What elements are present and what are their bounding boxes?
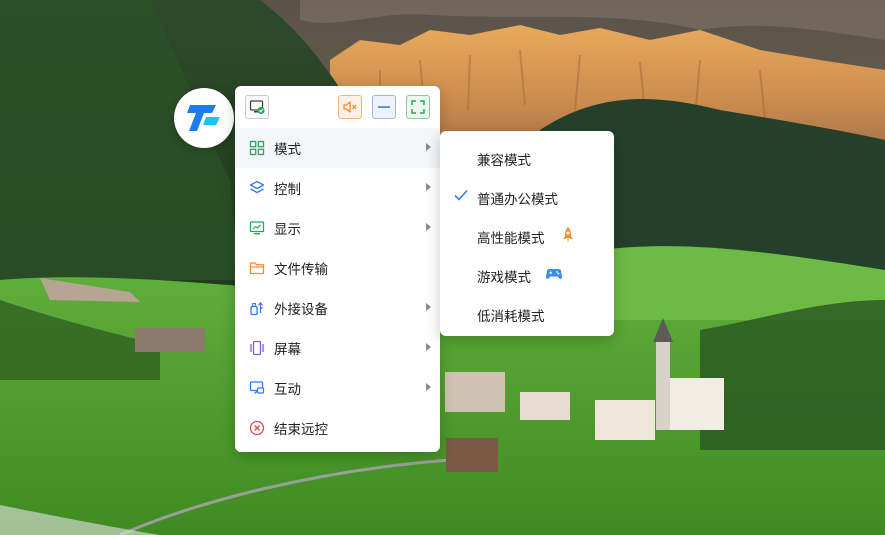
menu-toolbar: [235, 86, 440, 126]
menu-item-file-transfer[interactable]: 文件传输: [235, 248, 440, 288]
menu-item-label: 结束远控: [274, 422, 328, 438]
gamepad-icon: [545, 269, 563, 279]
rocket-icon: [563, 227, 573, 243]
menu-item-label: 互动: [274, 382, 301, 398]
mute-button[interactable]: [338, 95, 362, 119]
mode-option-compatible[interactable]: 兼容模式: [440, 137, 614, 176]
display-chart-icon: [249, 220, 265, 236]
fullscreen-icon: [411, 100, 425, 114]
main-menu-list: 模式 控制 显示 文件传输 外接设备 屏幕 互动 结束远控: [235, 128, 440, 448]
menu-item-screen[interactable]: 屏幕: [235, 328, 440, 368]
mode-option-office[interactable]: 普通办公模式: [440, 176, 614, 215]
folder-icon: [249, 260, 265, 276]
mode-submenu: 兼容模式 普通办公模式 高性能模式 游戏模式 低消耗模式: [440, 131, 614, 336]
chevron-right-icon: [426, 143, 431, 151]
monitor-check-icon: [249, 100, 265, 115]
mode-option-label: 低消耗模式: [477, 309, 545, 325]
grid-icon: [249, 140, 265, 156]
monitor-status-button[interactable]: [245, 95, 269, 119]
menu-item-label: 外接设备: [274, 302, 328, 318]
menu-item-label: 文件传输: [274, 262, 328, 278]
chevron-right-icon: [426, 183, 431, 191]
menu-item-label: 屏幕: [274, 342, 301, 358]
menu-item-end-remote[interactable]: 结束远控: [235, 408, 440, 448]
chat-screen-icon: [249, 380, 265, 396]
mode-option-low-consumption[interactable]: 低消耗模式: [440, 293, 614, 332]
menu-item-label: 控制: [274, 182, 301, 198]
menu-item-display[interactable]: 显示: [235, 208, 440, 248]
menu-item-external-devices[interactable]: 外接设备: [235, 288, 440, 328]
menu-item-label: 显示: [274, 222, 301, 238]
minus-icon: [378, 106, 390, 108]
chevron-right-icon: [426, 303, 431, 311]
speaker-muted-icon: [343, 101, 357, 113]
screens-icon: [249, 340, 265, 356]
menu-item-control[interactable]: 控制: [235, 168, 440, 208]
menu-item-mode[interactable]: 模式: [235, 128, 440, 168]
chevron-right-icon: [426, 223, 431, 231]
chevron-right-icon: [426, 383, 431, 391]
mode-option-high-performance[interactable]: 高性能模式: [440, 215, 614, 254]
mode-option-label: 游戏模式: [477, 270, 531, 286]
checkmark-icon: [454, 189, 468, 201]
close-circle-icon: [249, 420, 265, 436]
fullscreen-button[interactable]: [406, 95, 430, 119]
layers-icon: [249, 180, 265, 196]
minimize-button[interactable]: [372, 95, 396, 119]
mode-option-label: 兼容模式: [477, 153, 531, 169]
usb-device-icon: [249, 300, 265, 316]
menu-item-interaction[interactable]: 互动: [235, 368, 440, 408]
mode-option-game[interactable]: 游戏模式: [440, 254, 614, 293]
remote-control-menu: 模式 控制 显示 文件传输 外接设备 屏幕 互动 结束远控: [235, 86, 440, 452]
chevron-right-icon: [426, 343, 431, 351]
menu-item-label: 模式: [274, 142, 301, 158]
app-logo-icon: [187, 105, 220, 131]
mode-option-label: 高性能模式: [477, 231, 545, 247]
mode-option-label: 普通办公模式: [477, 192, 558, 208]
app-logo-button[interactable]: [174, 88, 234, 148]
